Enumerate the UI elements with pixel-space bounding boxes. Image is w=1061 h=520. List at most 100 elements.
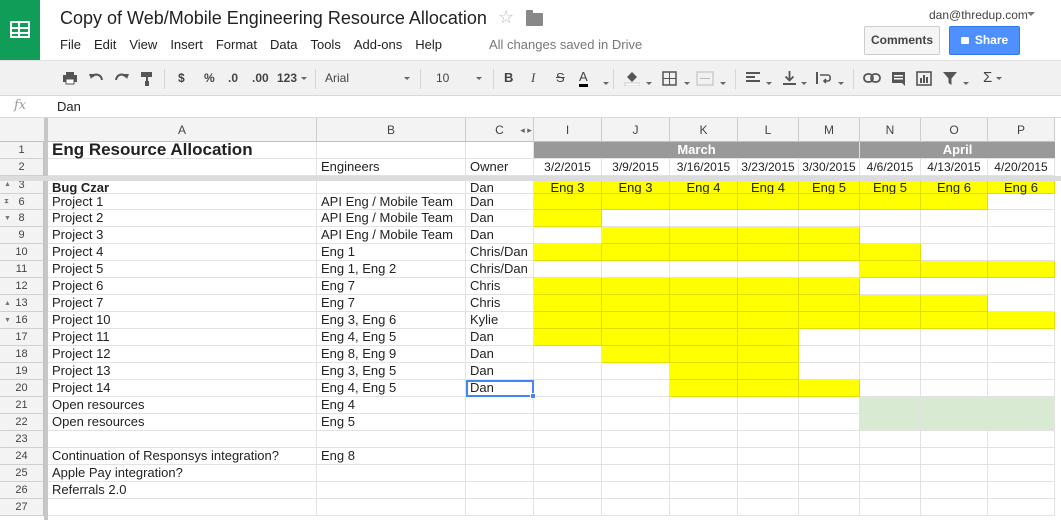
filter-dropdown[interactable]: [959, 74, 969, 92]
owner-header-cell[interactable]: Owner: [466, 159, 534, 176]
date-header-cell[interactable]: 3/23/2015: [738, 159, 799, 176]
cell-empty[interactable]: [466, 499, 534, 516]
align-left-icon[interactable]: [746, 71, 761, 85]
cell-empty[interactable]: [534, 431, 602, 448]
engineers-cell[interactable]: API Eng / Mobile Team: [317, 194, 466, 210]
cell-empty[interactable]: [921, 431, 988, 448]
row-header-20[interactable]: 20: [0, 380, 44, 397]
engineers-cell[interactable]: Eng 7: [317, 295, 466, 312]
cell-empty[interactable]: [738, 465, 799, 482]
cell-empty[interactable]: [670, 448, 738, 465]
cell-empty[interactable]: [988, 346, 1055, 363]
cell-empty[interactable]: [738, 397, 799, 414]
cell-empty[interactable]: [988, 295, 1055, 312]
menu-view[interactable]: View: [129, 37, 157, 52]
cell-empty[interactable]: [921, 210, 988, 227]
fill-color-icon[interactable]: [624, 70, 640, 86]
allocation-cell-filled[interactable]: [534, 210, 602, 227]
allocation-cell-filled[interactable]: [799, 278, 860, 295]
project-name-cell[interactable]: Project 3: [48, 227, 317, 244]
cell-empty[interactable]: [988, 329, 1055, 346]
project-name-cell[interactable]: Project 2: [48, 210, 317, 227]
text-color-dropdown[interactable]: [599, 74, 609, 92]
engineers-header-cell[interactable]: Engineers: [317, 159, 466, 176]
selected-cell[interactable]: [466, 380, 534, 397]
date-header-cell[interactable]: 3/9/2015: [602, 159, 670, 176]
cell-empty[interactable]: [317, 482, 466, 499]
allocation-cell-filled[interactable]: [799, 380, 860, 397]
project-name-cell[interactable]: Project 7: [48, 295, 317, 312]
column-header-p[interactable]: P: [988, 118, 1055, 142]
row-header-10[interactable]: 10: [0, 244, 44, 261]
project-name-cell[interactable]: Project 5: [48, 261, 317, 278]
cell-empty[interactable]: [534, 397, 602, 414]
menu-format[interactable]: Format: [216, 37, 257, 52]
row-header-12[interactable]: 12: [0, 278, 44, 295]
cell-empty[interactable]: [466, 448, 534, 465]
column-header-o[interactable]: O: [921, 118, 988, 142]
cell-empty[interactable]: [988, 482, 1055, 499]
cell-empty[interactable]: [670, 261, 738, 278]
allocation-cell-filled[interactable]: [738, 278, 799, 295]
date-header-cell[interactable]: 3/2/2015: [534, 159, 602, 176]
cell-empty[interactable]: [602, 482, 670, 499]
cell-empty[interactable]: [860, 380, 921, 397]
cell-empty[interactable]: [738, 414, 799, 431]
engineers-cell[interactable]: Eng 4, Eng 5: [317, 380, 466, 397]
cell-empty[interactable]: [670, 397, 738, 414]
engineers-cell[interactable]: Eng 1: [317, 244, 466, 261]
allocation-cell-filled[interactable]: [670, 363, 738, 380]
allocation-cell-filled[interactable]: [534, 295, 602, 312]
cell-empty[interactable]: [602, 397, 670, 414]
comments-button[interactable]: Comments: [864, 26, 940, 55]
row-header-2[interactable]: 2: [0, 159, 44, 176]
project-name-cell[interactable]: Project 11: [48, 329, 317, 346]
bug-czar-eng-cell[interactable]: Eng 3: [534, 181, 602, 194]
cell-empty[interactable]: [860, 363, 921, 380]
open-allocation-cell[interactable]: [860, 397, 921, 414]
allocation-cell-filled[interactable]: [602, 194, 670, 210]
cell-empty[interactable]: [921, 363, 988, 380]
align-dropdown[interactable]: [762, 74, 772, 92]
date-header-cell[interactable]: 4/13/2015: [921, 159, 988, 176]
fill-handle[interactable]: [530, 393, 536, 399]
sheet-title-cell[interactable]: Eng Resource Allocation: [48, 141, 317, 159]
row-header-22[interactable]: 22: [0, 414, 44, 431]
allocation-cell-filled[interactable]: [738, 227, 799, 244]
cell-empty[interactable]: [48, 499, 317, 516]
cell-empty[interactable]: [860, 329, 921, 346]
allocation-cell-filled[interactable]: [799, 194, 860, 210]
cell-empty[interactable]: [921, 278, 988, 295]
allocation-cell-filled[interactable]: [799, 244, 860, 261]
cell-empty[interactable]: [860, 278, 921, 295]
bug-czar-eng-cell[interactable]: Eng 4: [738, 181, 799, 194]
cell-empty[interactable]: [799, 397, 860, 414]
row-header-8[interactable]: 8 ▼: [0, 210, 44, 227]
cell-empty[interactable]: [799, 499, 860, 516]
allocation-cell-filled[interactable]: [602, 295, 670, 312]
owner-cell[interactable]: Dan: [466, 181, 534, 194]
chart-icon[interactable]: [916, 71, 932, 86]
font-size-select[interactable]: 10: [436, 69, 484, 87]
cell-empty[interactable]: [602, 210, 670, 227]
cell-empty[interactable]: [466, 397, 534, 414]
print-icon[interactable]: [62, 71, 78, 85]
menu-help[interactable]: Help: [415, 37, 442, 52]
bug-czar-eng-cell[interactable]: Eng 3: [602, 181, 670, 194]
project-name-cell[interactable]: Project 13: [48, 363, 317, 380]
cell-empty[interactable]: [860, 227, 921, 244]
cell-empty[interactable]: [534, 363, 602, 380]
cell-empty[interactable]: [738, 210, 799, 227]
engineers-cell[interactable]: Eng 3, Eng 6: [317, 312, 466, 329]
italic-button[interactable]: I: [531, 69, 535, 87]
allocation-cell-filled[interactable]: [670, 346, 738, 363]
menu-add-ons[interactable]: Add-ons: [354, 37, 402, 52]
allocation-cell-filled[interactable]: [921, 295, 988, 312]
cell-empty[interactable]: [534, 346, 602, 363]
merge-cells-icon[interactable]: [696, 71, 714, 86]
cell-empty[interactable]: [466, 482, 534, 499]
row-header-18[interactable]: 18: [0, 346, 44, 363]
cell-empty[interactable]: [988, 244, 1055, 261]
column-header-k[interactable]: K: [670, 118, 738, 142]
cell-empty[interactable]: [799, 261, 860, 278]
